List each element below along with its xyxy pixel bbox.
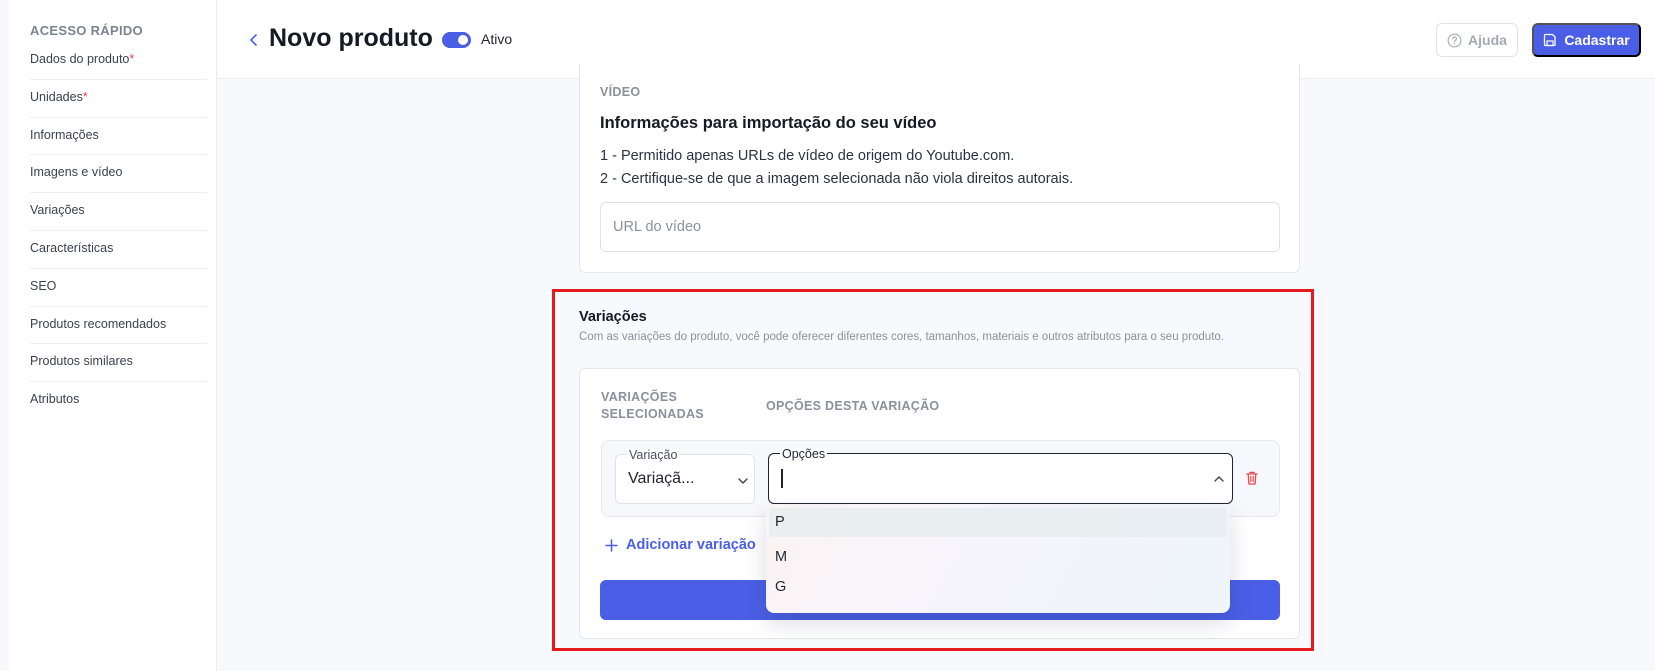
- sidebar-item-label: Dados do produto: [30, 52, 130, 66]
- sidebar-item-information[interactable]: Informações: [30, 118, 207, 156]
- plus-icon: [605, 538, 618, 552]
- options-input-legend: Opções: [780, 447, 828, 461]
- sidebar-title: ACESSO RÁPIDO: [30, 23, 143, 38]
- column-header-selected-variations: VARIAÇÕES SELECIONADAS: [601, 389, 704, 423]
- trash-icon[interactable]: [1245, 470, 1259, 486]
- sidebar-item-label: Produtos recomendados: [30, 316, 167, 331]
- sidebar-item-label: Atributos: [30, 392, 80, 407]
- submit-button-label: Cadastrar: [1564, 32, 1630, 48]
- sidebar-item-attributes[interactable]: Atributos: [30, 382, 207, 420]
- options-input[interactable]: Opções: [768, 448, 1233, 504]
- sidebar-item-characteristics[interactable]: Características: [30, 231, 207, 269]
- sidebar-item-product-data[interactable]: Dados do produto*: [30, 42, 207, 80]
- sidebar-item-variations[interactable]: Variações: [30, 193, 207, 231]
- video-section: VÍDEO Informações para importação do seu…: [579, 64, 1300, 273]
- question-circle-icon: [1447, 33, 1462, 47]
- dropdown-option[interactable]: G: [775, 579, 786, 595]
- variation-select-value: Variaçã...: [628, 470, 695, 487]
- quick-access-sidebar: ACESSO RÁPIDO Dados do produto* Unidades…: [9, 0, 217, 671]
- chevron-down-icon: [738, 478, 748, 484]
- sidebar-item-label: Informações: [30, 127, 99, 142]
- sidebar-item-label: Imagens e vídeo: [30, 165, 123, 180]
- sidebar-item-label: Produtos similares: [30, 354, 133, 369]
- sidebar-item-images-video[interactable]: Imagens e vídeo: [30, 155, 207, 194]
- required-marker: *: [82, 89, 88, 104]
- page-title: Novo produto: [269, 24, 433, 52]
- sidebar-item-similar-products[interactable]: Produtos similares: [30, 344, 207, 383]
- dropdown-option[interactable]: M: [775, 549, 787, 565]
- video-rule: 2 - Certifique-se de que a imagem seleci…: [600, 171, 1074, 187]
- chevron-up-icon[interactable]: [1213, 475, 1225, 483]
- variation-select[interactable]: Variação Variaçã...: [615, 449, 755, 504]
- column-header-line: VARIAÇÕES: [601, 390, 678, 404]
- sidebar-item-label: Variações: [30, 203, 85, 218]
- chevron-left-icon[interactable]: [246, 30, 260, 50]
- add-variation-label: Adicionar variação: [626, 537, 756, 553]
- column-header-variation-options: OPÇÕES DESTA VARIAÇÃO: [766, 399, 940, 413]
- sidebar-item-seo[interactable]: SEO: [30, 269, 207, 307]
- sidebar-item-units[interactable]: Unidades*: [30, 80, 207, 118]
- text-caret: [781, 469, 783, 488]
- sidebar-item-recommended-products[interactable]: Produtos recomendados: [30, 307, 207, 345]
- variations-title: Variações: [579, 309, 647, 325]
- video-heading: Informações para importação do seu vídeo: [600, 114, 937, 132]
- video-rule: 1 - Permitido apenas URLs de vídeo de or…: [600, 148, 1015, 164]
- dropdown-option[interactable]: P: [769, 508, 1227, 537]
- save-icon: [1544, 33, 1556, 47]
- video-url-input[interactable]: [600, 202, 1280, 252]
- active-toggle[interactable]: [442, 32, 471, 48]
- sidebar-item-label: Unidades: [30, 89, 83, 104]
- sidebar-item-label: SEO: [30, 278, 57, 293]
- add-variation-button[interactable]: Adicionar variação: [605, 537, 756, 553]
- active-toggle-label: Ativo: [481, 31, 513, 47]
- column-header-line: SELECIONADAS: [601, 407, 704, 421]
- video-section-label: VÍDEO: [600, 85, 641, 99]
- variation-select-legend: Variação: [627, 448, 680, 462]
- required-marker: *: [129, 52, 135, 66]
- sidebar-list: Dados do produto* Unidades* Informações …: [30, 42, 207, 420]
- help-button-label: Ajuda: [1468, 32, 1507, 48]
- options-dropdown: P M G: [766, 505, 1230, 613]
- variations-description: Com as variações do produto, você pode o…: [579, 331, 1224, 343]
- help-button[interactable]: Ajuda: [1436, 23, 1518, 57]
- submit-button[interactable]: Cadastrar: [1532, 23, 1641, 57]
- sidebar-item-label: Características: [30, 240, 114, 255]
